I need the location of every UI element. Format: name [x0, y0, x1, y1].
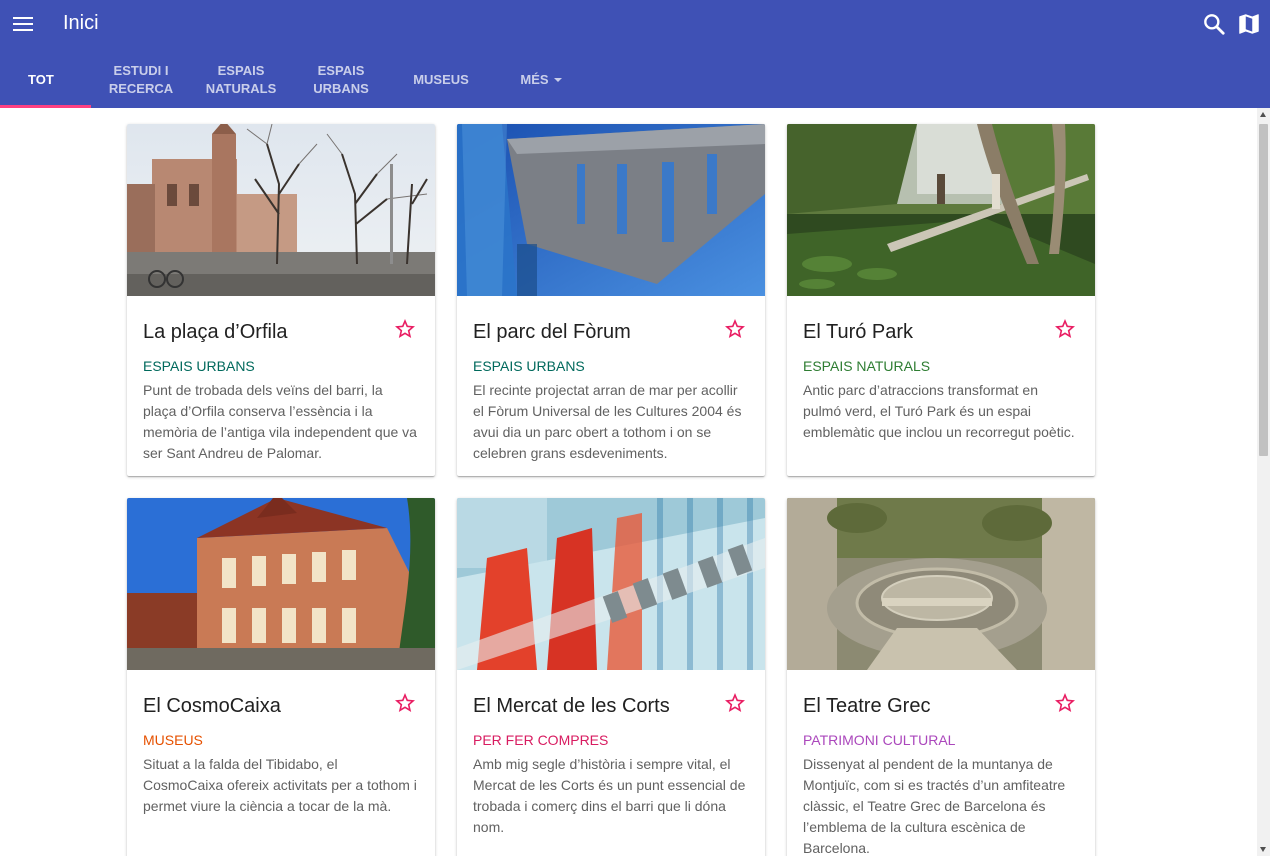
- place-card[interactable]: El Mercat de les Corts PER FER COMPRES A…: [457, 498, 765, 856]
- card-description: Antic parc d’atraccions transformat en p…: [803, 382, 1075, 440]
- card-content: El Mercat de les Corts PER FER COMPRES A…: [457, 670, 765, 838]
- card-category: PER FER COMPRES: [473, 732, 609, 748]
- tab-label: ESTUDI I RECERCA: [108, 63, 174, 96]
- top-toolbar: Inici: [0, 0, 1270, 48]
- card-category: ESPAIS NATURALS: [803, 358, 931, 374]
- menu-icon[interactable]: [10, 11, 36, 37]
- card-image: [787, 124, 1095, 296]
- card-content: El Teatre Grec PATRIMONI CULTURAL Dissen…: [787, 670, 1095, 856]
- vertical-scrollbar[interactable]: [1257, 108, 1270, 856]
- star-outline-icon[interactable]: [723, 691, 747, 715]
- tab-label: ESPAIS URBANS: [313, 63, 369, 96]
- tab-mes[interactable]: MÉS: [491, 52, 591, 108]
- tab-espais-naturals[interactable]: ESPAIS NATURALS: [191, 52, 291, 108]
- card-content: El Turó Park ESPAIS NATURALS Antic parc …: [787, 296, 1095, 443]
- star-outline-icon[interactable]: [393, 317, 417, 341]
- card-title: La plaça d’Orfila: [143, 321, 288, 343]
- card-description: Situat a la falda del Tibidabo, el Cosmo…: [143, 756, 417, 814]
- app-bar: Inici TOT ESTUDI I RECERCA ESPAIS NATURA…: [0, 0, 1270, 108]
- tab-label: TOT: [28, 72, 54, 87]
- place-card[interactable]: El Teatre Grec PATRIMONI CULTURAL Dissen…: [787, 498, 1095, 856]
- tab-label: ESPAIS NATURALS: [205, 63, 277, 96]
- tab-museus[interactable]: MUSEUS: [391, 52, 491, 108]
- tab-tot[interactable]: TOT: [0, 52, 91, 108]
- card-description: El recinte projectat arran de mar per ac…: [473, 382, 742, 461]
- card-image: [457, 498, 765, 670]
- place-card[interactable]: El Turó Park ESPAIS NATURALS Antic parc …: [787, 124, 1095, 476]
- active-tab-indicator: [0, 105, 91, 108]
- card-image: [127, 498, 435, 670]
- card-description: Punt de trobada dels veïns del barri, la…: [143, 382, 417, 461]
- card-category: ESPAIS URBANS: [473, 358, 585, 374]
- place-card[interactable]: El CosmoCaixa MUSEUS Situat a la falda d…: [127, 498, 435, 856]
- card-image: [787, 498, 1095, 670]
- card-title: El Turó Park: [803, 321, 914, 343]
- card-title: El Teatre Grec: [803, 695, 931, 717]
- card-category: PATRIMONI CULTURAL: [803, 732, 956, 748]
- tab-estudi-i-recerca[interactable]: ESTUDI I RECERCA: [91, 52, 191, 108]
- star-outline-icon[interactable]: [1053, 317, 1077, 341]
- card-title: El CosmoCaixa: [143, 695, 281, 717]
- star-outline-icon[interactable]: [393, 691, 417, 715]
- card-title: El parc del Fòrum: [473, 321, 631, 343]
- place-card[interactable]: La plaça d’Orfila ESPAIS URBANS Punt de …: [127, 124, 435, 476]
- card-content: El CosmoCaixa MUSEUS Situat a la falda d…: [127, 670, 435, 817]
- search-icon[interactable]: [1201, 11, 1227, 37]
- tab-label: MÉS: [520, 72, 549, 87]
- star-outline-icon[interactable]: [1053, 691, 1077, 715]
- scroll-up-arrow-icon[interactable]: [1260, 112, 1266, 117]
- tab-label: MUSEUS: [413, 72, 469, 87]
- dropdown-arrow-icon: [553, 78, 562, 82]
- card-category: ESPAIS URBANS: [143, 358, 255, 374]
- tab-espais-urbans[interactable]: ESPAIS URBANS: [291, 52, 391, 108]
- category-tabs: TOT ESTUDI I RECERCA ESPAIS NATURALS ESP…: [0, 52, 591, 108]
- card-description: Amb mig segle d’història i sempre vital,…: [473, 756, 746, 835]
- card-description: Dissenyat al pendent de la muntanya de M…: [803, 756, 1066, 856]
- map-icon[interactable]: [1236, 11, 1262, 37]
- scroll-down-arrow-icon[interactable]: [1260, 847, 1266, 852]
- page-title: Inici: [63, 12, 99, 34]
- scrollbar-thumb[interactable]: [1259, 124, 1268, 456]
- card-category: MUSEUS: [143, 732, 203, 748]
- place-card[interactable]: El parc del Fòrum ESPAIS URBANS El recin…: [457, 124, 765, 476]
- card-content: La plaça d’Orfila ESPAIS URBANS Punt de …: [127, 296, 435, 464]
- card-content: El parc del Fòrum ESPAIS URBANS El recin…: [457, 296, 765, 464]
- card-image: [457, 124, 765, 296]
- card-image: [127, 124, 435, 296]
- star-outline-icon[interactable]: [723, 317, 747, 341]
- card-title: El Mercat de les Corts: [473, 695, 670, 717]
